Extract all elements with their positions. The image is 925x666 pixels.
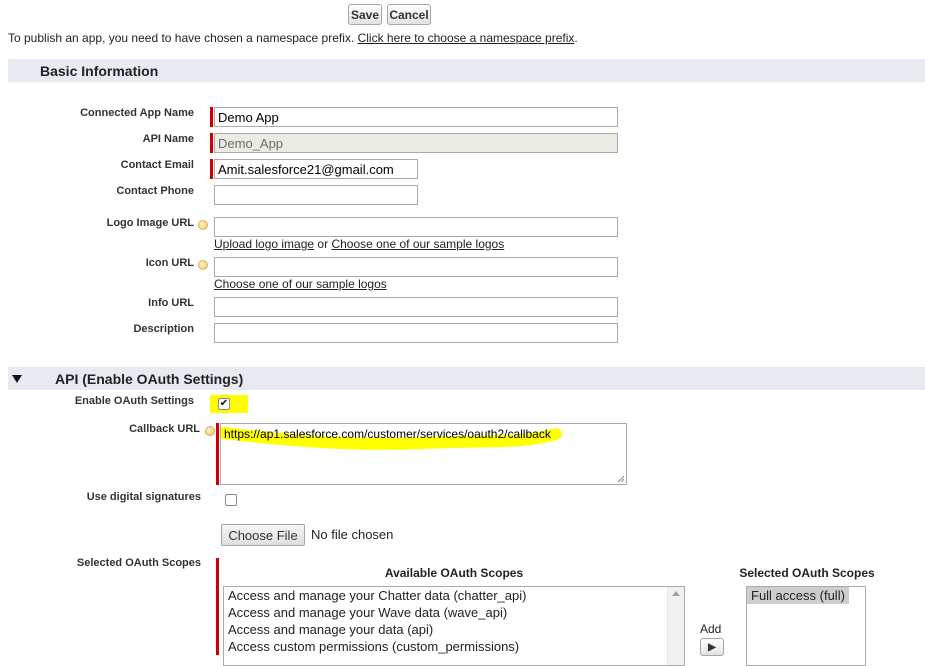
logo-links: Upload logo image or Choose one of our s… [214,237,504,251]
api-name-label: API Name [142,133,194,145]
add-scope-button[interactable]: ▶ [700,638,724,656]
namespace-notice-text: To publish an app, you need to have chos… [8,31,355,45]
icon-links: Choose one of our sample logos [214,277,387,291]
enable-oauth-checkbox[interactable]: ✔ [218,398,230,410]
basic-information-header: Basic Information [8,59,925,82]
scroll-up-icon[interactable] [672,591,680,596]
sample-logos-link[interactable]: Choose one of our sample logos [331,237,504,251]
digital-signatures-label: Use digital signatures [86,491,201,503]
help-icon[interactable] [198,260,208,270]
basic-information-title: Basic Information [40,62,159,79]
add-label: Add [700,622,722,636]
resize-handle-icon[interactable] [617,475,625,483]
required-marker [210,107,213,127]
logo-image-url-input[interactable] [214,217,618,237]
info-url-input[interactable] [214,297,618,317]
choose-namespace-link[interactable]: Click here to choose a namespace prefix [358,31,575,45]
digital-signatures-checkbox[interactable] [225,494,237,506]
collapse-triangle-icon[interactable] [12,374,22,383]
list-item[interactable]: Access and manage your data (api) [224,621,684,638]
namespace-notice: To publish an app, you need to have chos… [8,31,578,45]
required-marker [210,133,213,153]
scrollbar[interactable] [667,587,684,665]
file-status-text: No file chosen [311,527,394,542]
oauth-scopes-label: Selected OAuth Scopes [76,557,201,569]
required-marker [216,423,219,485]
api-name-input[interactable]: Demo_App [214,133,618,153]
icon-url-label: Icon URL [145,257,194,269]
cancel-button[interactable]: Cancel [387,4,431,25]
available-scopes-list[interactable]: Access and manage your Chatter data (cha… [223,586,685,666]
namespace-notice-suffix: . [574,31,578,45]
selected-scopes-list[interactable]: Full access (full) [746,586,866,666]
connected-app-name-label: Connected App Name [80,107,194,119]
callback-url-value: https://ap1.salesforce.com/customer/serv… [224,427,551,441]
description-input[interactable] [214,323,618,343]
api-section-title: API (Enable OAuth Settings) [55,370,244,387]
logo-or-text: or [317,237,329,251]
required-marker [210,159,213,179]
help-icon[interactable] [205,426,215,436]
sample-icons-link[interactable]: Choose one of our sample logos [214,277,387,291]
help-icon[interactable] [198,220,208,230]
callback-url-label: Callback URL [129,423,200,435]
icon-url-input[interactable] [214,257,618,277]
connected-app-name-input[interactable]: Demo App [214,107,618,127]
enable-oauth-label: Enable OAuth Settings [74,395,194,407]
list-item[interactable]: Access and manage your Chatter data (cha… [224,587,684,604]
contact-phone-input[interactable] [214,185,418,205]
available-scopes-title: Available OAuth Scopes [384,566,524,580]
required-marker [216,558,219,655]
info-url-label: Info URL [148,297,194,309]
contact-email-input[interactable]: Amit.salesforce21@gmail.com [214,159,418,179]
contact-phone-label: Contact Phone [116,185,194,197]
choose-file-button[interactable]: Choose File [221,524,305,546]
list-item[interactable]: Access custom permissions (custom_permis… [224,638,684,655]
callback-url-textarea[interactable]: https://ap1.salesforce.com/customer/serv… [220,423,627,485]
save-button[interactable]: Save [348,4,382,25]
api-section-header[interactable]: API (Enable OAuth Settings) [8,367,925,390]
logo-image-url-label: Logo Image URL [106,217,194,229]
list-item[interactable]: Access and manage your Wave data (wave_a… [224,604,684,621]
selected-scopes-title: Selected OAuth Scopes [739,566,875,580]
list-item[interactable]: Full access (full) [747,587,849,604]
upload-logo-link[interactable]: Upload logo image [214,237,314,251]
contact-email-label: Contact Email [120,159,194,171]
description-label: Description [133,323,194,335]
